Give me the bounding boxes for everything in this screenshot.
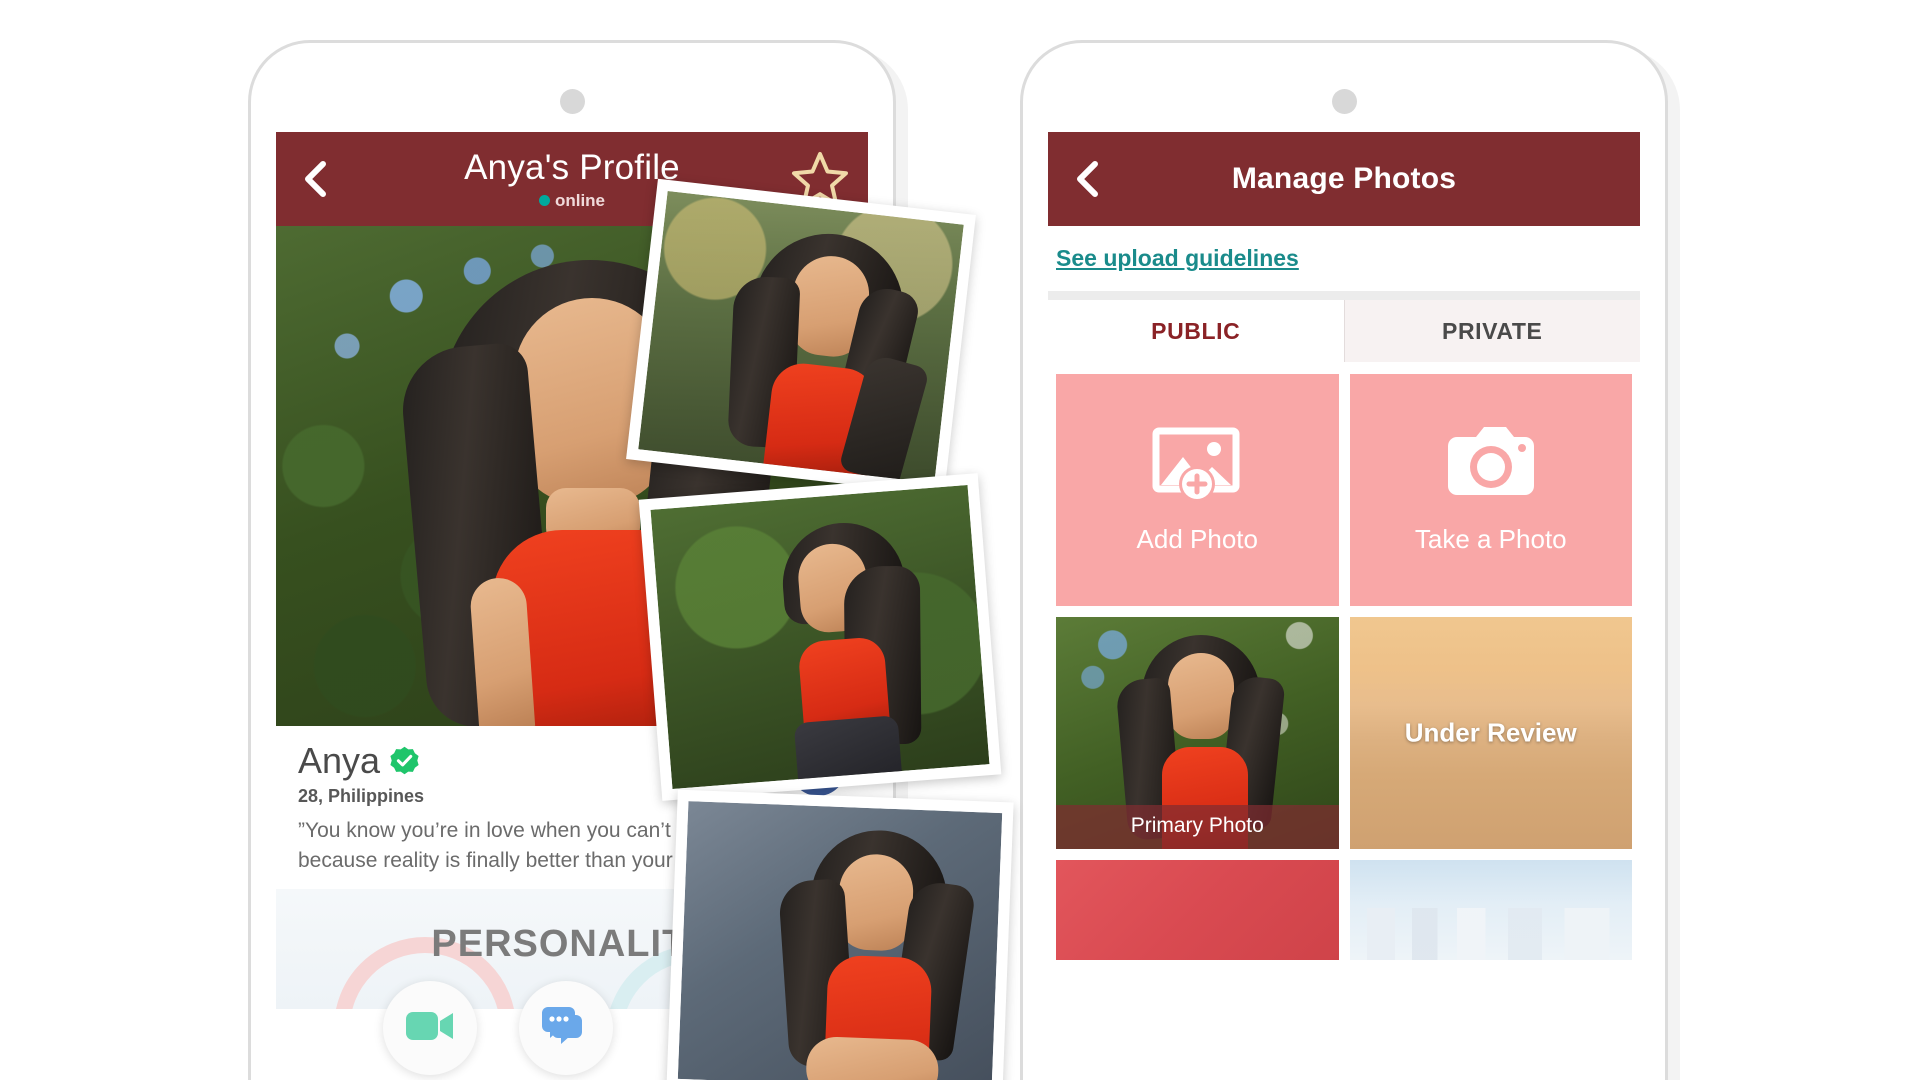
upload-guidelines-link[interactable]: See upload guidelines xyxy=(1056,245,1299,271)
under-review-tile[interactable]: Under Review xyxy=(1349,617,1632,849)
video-call-button[interactable] xyxy=(383,981,477,1075)
online-dot-icon xyxy=(538,195,550,206)
add-photo-tile[interactable]: Add Photo xyxy=(1056,374,1339,606)
online-status: online xyxy=(464,191,680,211)
take-photo-tile[interactable]: Take a Photo xyxy=(1349,374,1632,606)
tabs-separator xyxy=(1048,291,1640,300)
primary-photo-caption: Primary Photo xyxy=(1056,805,1339,849)
left-phone-camera-dot xyxy=(560,89,585,114)
collage-photo-1-image xyxy=(638,190,964,484)
upload-guidelines-row: See upload guidelines xyxy=(1048,226,1640,291)
video-camera-icon xyxy=(406,1009,454,1048)
online-status-label: online xyxy=(554,190,606,210)
photo-grid: Add Photo Take a Photo Primary Photo Und… xyxy=(1048,362,1640,960)
image-plus-icon xyxy=(1150,425,1244,508)
add-photo-label: Add Photo xyxy=(1136,524,1258,554)
tab-public[interactable]: PUBLIC xyxy=(1048,300,1344,362)
collage-photo-2-image xyxy=(650,484,990,790)
photo-tile-5[interactable] xyxy=(1056,860,1339,960)
page-title: Anya's Profile xyxy=(464,147,680,187)
collage-photo-2[interactable] xyxy=(638,473,1002,801)
photo-tile-6-buildings xyxy=(1349,908,1632,960)
right-phone-camera-dot xyxy=(1332,89,1357,114)
take-photo-label: Take a Photo xyxy=(1414,524,1567,554)
photo-tile-6[interactable] xyxy=(1349,860,1632,960)
chat-button[interactable] xyxy=(519,981,613,1075)
collage-photo-3-image xyxy=(677,801,1003,1080)
back-chevron-icon[interactable] xyxy=(1070,159,1104,199)
right-phone-screen: Manage Photos See upload guidelines PUBL… xyxy=(1048,132,1640,1080)
under-review-label: Under Review xyxy=(1404,717,1577,748)
profile-header-titleblock: Anya's Profile online xyxy=(464,148,680,211)
tab-private[interactable]: PRIVATE xyxy=(1343,300,1640,362)
photo-tile-5-image xyxy=(1056,860,1339,960)
collage-photo-3[interactable] xyxy=(666,789,1014,1080)
primary-photo-tile[interactable]: Primary Photo xyxy=(1056,617,1339,849)
camera-icon xyxy=(1444,425,1538,508)
photo-tile-6-image xyxy=(1349,860,1632,960)
chat-bubble-icon xyxy=(541,1006,591,1050)
profile-name: Anya xyxy=(298,740,381,781)
back-chevron-icon[interactable] xyxy=(298,159,332,199)
page-title: Manage Photos xyxy=(1231,162,1457,195)
verified-check-icon xyxy=(390,746,419,775)
photo-visibility-tabs: PUBLIC PRIVATE xyxy=(1048,300,1640,362)
screenshot-root: Anya's Profile online Anya 28, Philippin… xyxy=(0,0,1920,1080)
manage-photos-header: Manage Photos xyxy=(1048,132,1640,226)
collage-photo-1[interactable] xyxy=(626,178,976,496)
